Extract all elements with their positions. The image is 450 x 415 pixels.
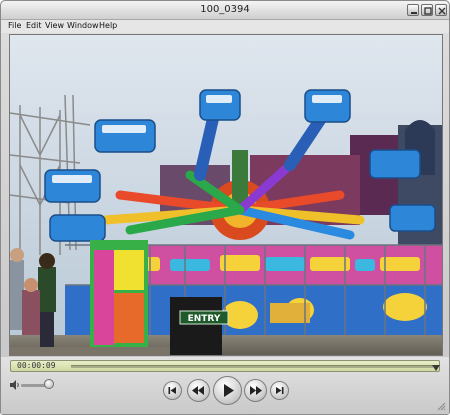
menu-edit[interactable]: Edit	[26, 21, 42, 30]
close-button[interactable]	[435, 4, 447, 16]
previous-icon	[168, 387, 176, 394]
video-frame-image: ENTRY	[10, 35, 442, 355]
rewind-icon	[192, 386, 204, 395]
minimize-button[interactable]	[407, 4, 419, 16]
close-icon	[438, 7, 446, 15]
seek-track[interactable]	[71, 365, 440, 371]
time-bar[interactable]: 00:00:09	[10, 360, 440, 372]
menu-bar: File Edit View Window Help	[1, 20, 449, 33]
fast-forward-button[interactable]	[244, 379, 267, 402]
next-icon	[276, 387, 284, 394]
next-button[interactable]	[270, 381, 289, 400]
title-bar[interactable]: 100_0394	[1, 1, 449, 20]
current-time: 00:00:09	[17, 361, 56, 370]
player-window: 100_0394 File Edit View Window Help ENTR…	[0, 0, 450, 415]
maximize-button[interactable]	[421, 4, 433, 16]
play-icon	[224, 384, 234, 397]
control-panel: 00:00:09	[1, 357, 449, 414]
window-title: 100_0394	[200, 4, 250, 15]
minimize-icon	[411, 12, 417, 14]
playhead-marker[interactable]	[432, 365, 440, 371]
menu-view[interactable]: View	[45, 21, 64, 30]
maximize-icon	[424, 7, 432, 15]
volume-thumb[interactable]	[44, 379, 54, 389]
video-display[interactable]: ENTRY	[9, 34, 443, 356]
rewind-button[interactable]	[187, 379, 210, 402]
previous-button[interactable]	[163, 381, 182, 400]
fast-forward-icon	[250, 386, 262, 395]
entry-sign: ENTRY	[188, 314, 221, 324]
resize-grip-icon[interactable]	[437, 402, 446, 411]
speaker-icon[interactable]	[9, 380, 20, 390]
menu-file[interactable]: File	[8, 21, 21, 30]
play-button[interactable]	[213, 376, 242, 405]
menu-help[interactable]: Help	[99, 21, 117, 30]
menu-window[interactable]: Window	[67, 21, 99, 30]
